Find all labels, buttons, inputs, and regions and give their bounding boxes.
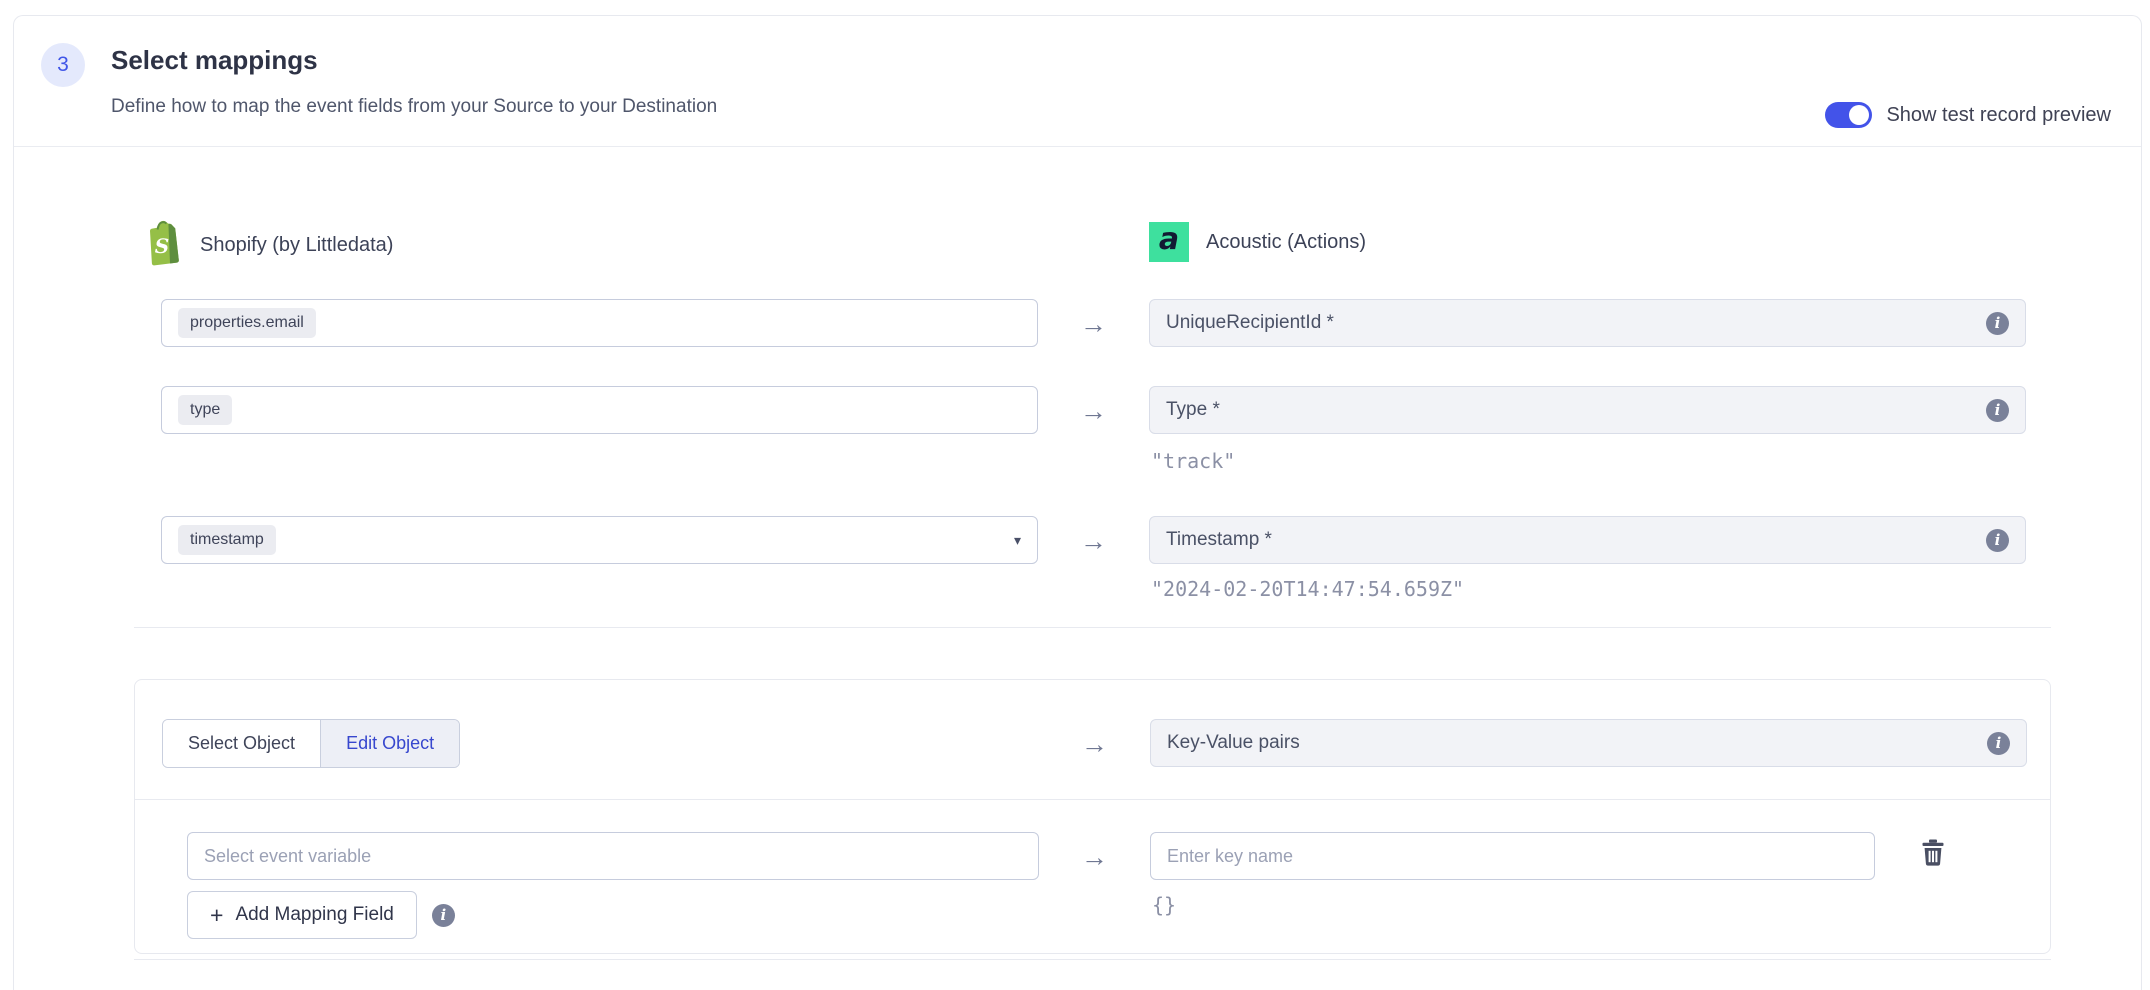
field-token[interactable]: type xyxy=(178,395,232,425)
destination-field: Type * i xyxy=(1149,386,2026,434)
add-mapping-row: + Add Mapping Field i xyxy=(187,891,455,939)
destination-field-label: UniqueRecipientId * xyxy=(1166,312,1334,334)
key-name-input[interactable] xyxy=(1150,832,1875,880)
bottom-divider xyxy=(134,959,2051,960)
page-subtitle: Define how to map the event fields from … xyxy=(111,96,717,118)
field-token[interactable]: timestamp xyxy=(178,525,276,555)
page-title: Select mappings xyxy=(111,45,318,76)
arrow-right-icon: → xyxy=(1038,526,1149,557)
destination-field-label: Key-Value pairs xyxy=(1167,732,1300,754)
arrow-right-icon: → xyxy=(1039,842,1150,873)
object-mode-tabs: Select Object Edit Object xyxy=(162,719,460,768)
destination-peer: a Acoustic (Actions) xyxy=(1149,222,1366,262)
test-value-preview: "2024-02-20T14:47:54.659Z" xyxy=(1151,577,1464,601)
arrow-right-icon: → xyxy=(1039,729,1150,760)
acoustic-a-icon: a xyxy=(1149,222,1189,262)
toggle-label: Show test record preview xyxy=(1886,104,2111,127)
test-value-preview: "track" xyxy=(1151,449,1235,473)
select-mappings-page: 3 Select mappings Define how to map the … xyxy=(0,0,2150,986)
tab-edit-object[interactable]: Edit Object xyxy=(321,720,459,767)
toggle-knob xyxy=(1849,105,1869,125)
add-mapping-field-label: Add Mapping Field xyxy=(235,904,393,926)
destination-field: Key-Value pairs i xyxy=(1150,719,2027,767)
info-icon[interactable]: i xyxy=(432,904,455,927)
test-record-toggle-wrap: Show test record preview xyxy=(1825,102,2111,128)
destination-field-label: Timestamp * xyxy=(1166,529,1272,551)
section-divider xyxy=(134,627,2051,628)
source-field-input[interactable]: type xyxy=(161,386,1038,434)
plus-icon: + xyxy=(210,904,223,927)
event-variable-input[interactable] xyxy=(187,832,1039,880)
source-field-select[interactable]: timestamp ▾ xyxy=(161,516,1038,564)
destination-name: Acoustic (Actions) xyxy=(1206,231,1366,254)
add-mapping-field-button[interactable]: + Add Mapping Field xyxy=(187,891,417,939)
step-number-badge: 3 xyxy=(41,43,85,87)
delete-row-button[interactable] xyxy=(1920,840,1946,868)
source-field-input[interactable]: properties.email xyxy=(161,299,1038,347)
source-peer: S Shopify (by Littledata) xyxy=(142,219,393,271)
chevron-down-icon[interactable]: ▾ xyxy=(1014,532,1021,549)
destination-field-label: Type * xyxy=(1166,399,1220,421)
object-value-preview: {} xyxy=(1152,893,1176,917)
info-icon[interactable]: i xyxy=(1986,312,2009,335)
box-divider xyxy=(135,799,2050,800)
destination-field: UniqueRecipientId * i xyxy=(1149,299,2026,347)
svg-text:S: S xyxy=(155,234,169,258)
tab-select-object[interactable]: Select Object xyxy=(163,720,321,767)
card-header: 3 Select mappings Define how to map the … xyxy=(14,16,2141,147)
show-test-record-toggle[interactable] xyxy=(1825,102,1872,128)
field-token[interactable]: properties.email xyxy=(178,308,316,338)
arrow-right-icon: → xyxy=(1038,396,1149,427)
object-mapping-box: Select Object Edit Object → Key-Value pa… xyxy=(134,679,2051,954)
info-icon[interactable]: i xyxy=(1986,529,2009,552)
arrow-right-icon: → xyxy=(1038,309,1149,340)
mappings-card: 3 Select mappings Define how to map the … xyxy=(13,15,2142,990)
trash-icon xyxy=(1921,839,1945,869)
info-icon[interactable]: i xyxy=(1987,732,2010,755)
source-name: Shopify (by Littledata) xyxy=(200,234,393,257)
info-icon[interactable]: i xyxy=(1986,399,2009,422)
shopify-bag-icon: S xyxy=(142,219,183,271)
destination-field: Timestamp * i xyxy=(1149,516,2026,564)
